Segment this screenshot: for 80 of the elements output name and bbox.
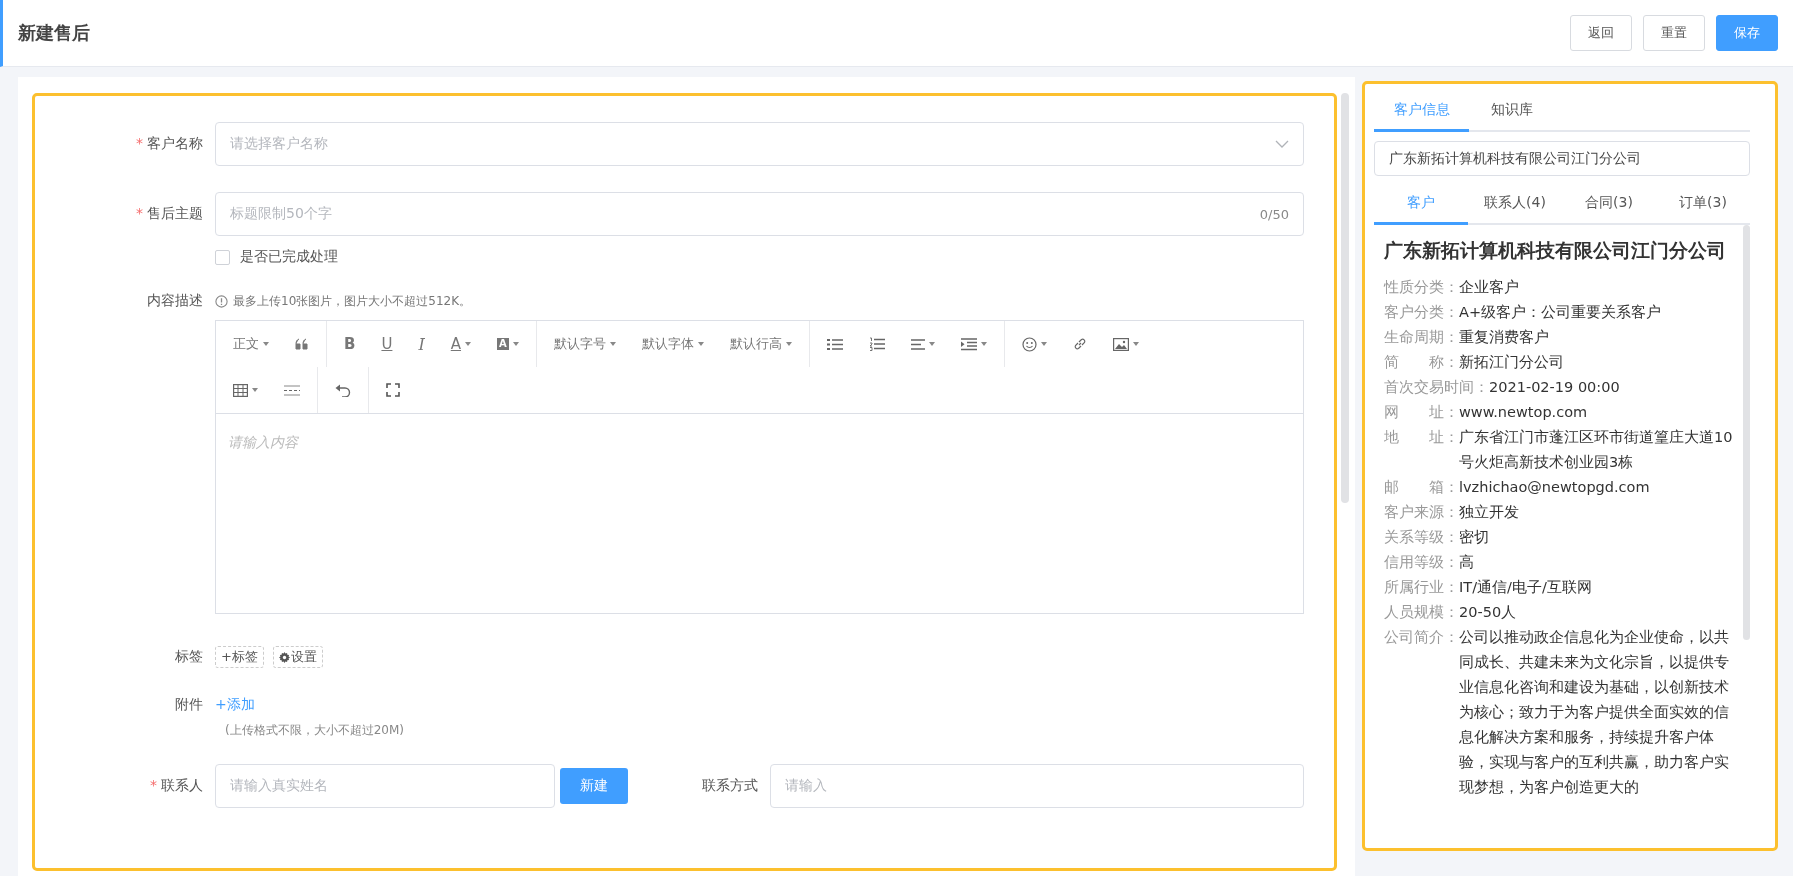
new-contact-button[interactable]: 新建 xyxy=(560,768,628,804)
info-label: 生命周期： xyxy=(1384,328,1459,347)
panel-tab[interactable]: 知识库 xyxy=(1478,91,1546,132)
info-label: 地 址： xyxy=(1384,428,1459,447)
info-label: 网 址： xyxy=(1384,403,1459,422)
header-button[interactable]: 重置 xyxy=(1643,15,1705,51)
fullscreen-icon xyxy=(386,383,400,397)
info-value: 重复消费客户 xyxy=(1459,328,1550,347)
info-label: 邮 箱： xyxy=(1384,478,1459,497)
field-label: * 售后主题 xyxy=(135,205,203,223)
indent-icon xyxy=(960,337,977,351)
header-button[interactable]: 返回 xyxy=(1570,15,1632,51)
table-icon xyxy=(233,383,248,397)
underline-button[interactable]: U xyxy=(368,327,406,361)
info-label: 关系等级： xyxy=(1384,528,1459,547)
add-tag-button[interactable]: +标签 xyxy=(215,646,264,668)
info-value: 独立开发 xyxy=(1459,503,1520,522)
attachment-note: (上传格式不限，大小不超过20M) xyxy=(224,722,405,739)
customer-name: 广东新拓计算机科技有限公司江门分公司 xyxy=(1384,238,1727,263)
header-button[interactable]: 保存 xyxy=(1716,15,1778,51)
info-value: 高 xyxy=(1459,553,1475,572)
info-label: 人员规模： xyxy=(1384,603,1459,622)
info-label: 公司简介： xyxy=(1384,628,1459,647)
font-family-dropdown[interactable]: 默认字体 xyxy=(628,327,717,361)
smiley-icon xyxy=(1021,336,1037,352)
paragraph-dropdown[interactable]: 正文 xyxy=(220,327,282,361)
char-counter: 0/50 xyxy=(1259,206,1289,222)
bullet-list-icon xyxy=(826,337,843,351)
scrollbar[interactable] xyxy=(1341,93,1349,503)
customer-search-field[interactable]: 广东新拓计算机科技有限公司江门分公司 xyxy=(1374,141,1750,176)
info-label: 首次交易时间： xyxy=(1384,378,1489,397)
undo-icon xyxy=(335,383,351,397)
info-label: 性质分类： xyxy=(1384,278,1459,297)
field-label: 标签 xyxy=(174,648,203,666)
align-left-icon xyxy=(910,338,925,350)
panel-tab[interactable]: 客户信息 xyxy=(1374,91,1469,132)
add-attachment-link[interactable]: +添加 xyxy=(215,696,255,714)
image-icon xyxy=(1112,337,1129,351)
info-value: A+级客户：公司重要关系客户 xyxy=(1459,303,1663,322)
upload-hint: 最多上传10张图片，图片大小不超过512K。 xyxy=(233,292,472,310)
field-label: 附件 xyxy=(174,696,203,714)
link-icon xyxy=(1072,337,1087,351)
info-icon xyxy=(215,294,228,308)
field-label: * 客户名称 xyxy=(135,135,203,153)
info-value: 2021-02-19 00:00 xyxy=(1489,378,1621,397)
info-value: 新拓江门分公司 xyxy=(1459,353,1565,372)
info-value: 密切 xyxy=(1459,528,1490,547)
info-label: 客户分类： xyxy=(1384,303,1459,322)
info-value: IT/通信/电子/互联网 xyxy=(1459,578,1593,597)
info-value: www.newtop.com xyxy=(1459,403,1589,422)
customer-tab[interactable]: 合同(3) xyxy=(1562,184,1656,225)
info-value: 公司以推动政企信息化为企业使命，以共同成长、共建未来为文化宗旨，以提供专业信息化咨询和建设为基础，以创新技术为核心；致力于为客户提供全面实效的信息化解决方案和服务，持续提升客户体验，实现与客户的互利共赢，助力客户实现梦想，为客户创造更大的 xyxy=(1459,628,1730,797)
info-label: 信用等级： xyxy=(1384,553,1459,572)
gear-icon xyxy=(278,651,290,663)
horizontal-rule-icon xyxy=(284,384,300,396)
field-label: 内容描述 xyxy=(146,292,203,310)
numbered-list-icon xyxy=(868,337,885,351)
info-label: 客户来源： xyxy=(1384,503,1459,522)
line-height-dropdown[interactable]: 默认行高 xyxy=(716,327,805,361)
info-value: lvzhichao@newtopgd.com xyxy=(1459,478,1651,497)
quote-icon xyxy=(295,338,309,350)
info-label: 所属行业： xyxy=(1384,578,1459,597)
field-label: * 联系人 xyxy=(149,777,203,795)
background-color-button[interactable]: A xyxy=(484,327,532,361)
field-label: 联系方式 xyxy=(701,777,758,795)
font-size-dropdown[interactable]: 默认字号 xyxy=(540,327,629,361)
subject-field[interactable]: 标题限制50个字 0/50 xyxy=(215,192,1304,236)
bold-button[interactable]: B xyxy=(331,327,369,361)
page-title: 新建售后 xyxy=(18,21,90,45)
font-color-button[interactable]: A xyxy=(437,327,484,361)
scrollbar[interactable] xyxy=(1743,225,1750,640)
info-value: 20-50人 xyxy=(1459,603,1518,622)
customer-tab[interactable]: 联系人(4) xyxy=(1468,184,1562,225)
info-label: 简 称： xyxy=(1384,353,1459,372)
customer-tab[interactable]: 订单(3) xyxy=(1656,184,1750,225)
tag-settings-button[interactable]: 设置 xyxy=(272,646,323,668)
italic-button[interactable]: I xyxy=(405,327,438,361)
chevron-down-icon xyxy=(1275,140,1289,148)
completed-checkbox[interactable]: 是否已完成处理 xyxy=(215,248,1304,266)
info-value: 企业客户 xyxy=(1459,278,1520,297)
